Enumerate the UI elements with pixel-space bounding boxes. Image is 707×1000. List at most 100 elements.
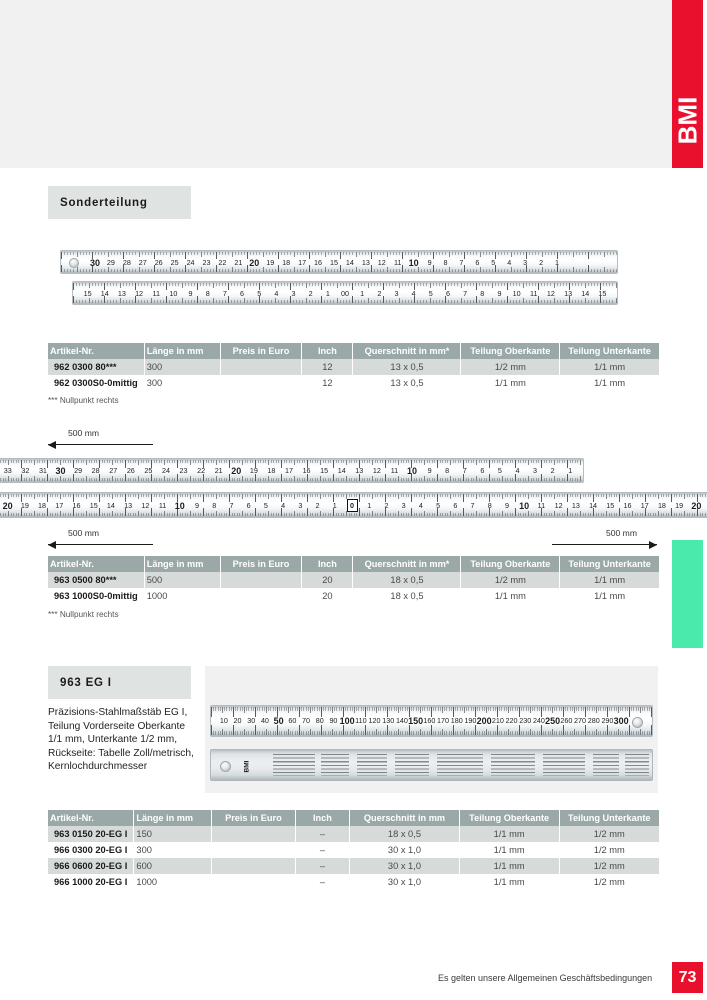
dimension-arrow-left-icon <box>48 440 56 449</box>
conversion-table-block <box>437 754 483 776</box>
dimension-line <box>48 544 153 545</box>
cell-querschnitt: 13 x 0,5 <box>352 375 462 391</box>
cell-teilung-unterkante: 1/2 mm <box>559 874 659 890</box>
col-laenge: Länge in mm <box>133 810 213 826</box>
conversion-table-block <box>395 754 429 776</box>
bmi-brand-bar: BMI <box>672 0 703 168</box>
cell-inch: 12 <box>301 359 354 375</box>
header-image-band <box>0 0 672 168</box>
cell-teilung-oberkante: 1/1 mm <box>459 842 560 858</box>
catalog-page: BMI Sonderteilung 30 29 28 27 26 25 24 23 22 21 20… <box>0 0 707 1000</box>
conversion-table-block <box>593 754 619 776</box>
conversion-table-block <box>321 754 349 776</box>
conversion-table-block <box>273 754 315 776</box>
cell-preis <box>220 359 303 375</box>
cell-laenge: 1000 <box>144 588 221 604</box>
bmi-logo: BMI <box>672 96 703 145</box>
section-description-963-eg-i: Präzisions-Stahlmaßstäb EG I, Teilung Vo… <box>48 707 194 773</box>
cell-teilung-unterkante: 1/2 mm <box>559 858 659 874</box>
table-row: 963 0500 80*** 500 20 18 x 0,5 1/2 mm 1/… <box>48 572 659 588</box>
cell-artikel-nr: 966 0600 20-EG I <box>48 858 135 874</box>
col-teilung-oberkante: Teilung Oberkante <box>459 810 560 826</box>
table-header-row: Artikel-Nr. Länge in mm Preis in Euro In… <box>48 810 659 826</box>
ruler-963-500-top: 33 32 31 30 29 28 27 26 25 24 23 22 21 20 19 18 17 16 15 14… <box>0 458 584 483</box>
col-inch: Inch <box>301 343 354 359</box>
cell-artikel-nr: 962 0300 80*** <box>48 359 145 375</box>
cell-teilung-unterkante: 1/2 mm <box>559 842 659 858</box>
conversion-table-block <box>543 754 585 776</box>
table-body: 962 0300 80*** 300 12 13 x 0,5 1/2 mm 1/… <box>48 359 659 391</box>
table-row: 966 0600 20-EG I 600 – 30 x 1,0 1/1 mm 1… <box>48 858 659 874</box>
cell-laenge: 500 <box>144 572 221 588</box>
cell-preis <box>220 572 303 588</box>
conversion-table-block <box>625 754 649 776</box>
cell-artikel-nr: 962 0300S0-0mittig <box>48 375 145 391</box>
col-teilung-oberkante: Teilung Oberkante <box>460 556 561 572</box>
table-row: 962 0300S0-0mittig 300 12 13 x 0,5 1/1 m… <box>48 375 659 391</box>
ruler-963-300-back: BMI <box>210 749 653 781</box>
cell-artikel-nr: 963 0500 80*** <box>48 572 145 588</box>
col-artikel-nr: Artikel-Nr. <box>48 810 135 826</box>
ruler-scale-numbers: 10 20 30 40 50 60 70 80 90 100 110 120 130 140 150 160 1… <box>211 706 652 736</box>
col-preis: Preis in Euro <box>220 556 303 572</box>
col-querschnitt: Querschnitt in mm* <box>352 343 462 359</box>
cell-teilung-oberkante: 1/1 mm <box>459 858 560 874</box>
col-artikel-nr: Artikel-Nr. <box>48 556 145 572</box>
col-teilung-oberkante: Teilung Oberkante <box>460 343 561 359</box>
cell-inch: 20 <box>301 588 354 604</box>
table-row: 963 1000S0-0mittig 1000 20 18 x 0,5 1/1 … <box>48 588 659 604</box>
cell-preis <box>220 375 303 391</box>
dimension-line <box>48 444 153 445</box>
product-table-963-eg-i: Artikel-Nr. Länge in mm Preis in Euro In… <box>48 810 659 890</box>
ruler-scale-numbers: 15 14 13 12 11 10 9 8 7 6 5 4 3 2 1 00 1 2 3 4 5 6 7 8 9 10 11 12 13… <box>73 282 617 304</box>
cell-inch: – <box>295 842 351 858</box>
ruler-back-bmi-logo: BMI <box>243 760 251 773</box>
footnote-nullpunkt-1: *** Nullpunkt rechts <box>48 396 119 405</box>
cell-inch: – <box>295 858 351 874</box>
cell-artikel-nr: 966 1000 20-EG I <box>48 874 135 890</box>
conversion-table-block <box>491 754 535 776</box>
cell-inch: – <box>295 874 351 890</box>
col-preis: Preis in Euro <box>220 343 303 359</box>
footer-terms: Es gelten unsere Allgemeinen Geschäftsbe… <box>438 973 653 983</box>
cell-teilung-oberkante: 1/2 mm <box>460 359 561 375</box>
table-row: 962 0300 80*** 300 12 13 x 0,5 1/2 mm 1/… <box>48 359 659 375</box>
dimension-arrow-left-icon <box>48 540 56 549</box>
cell-artikel-nr: 963 0150 20-EG I <box>48 826 135 842</box>
ruler-scale-numbers: 33 32 31 30 29 28 27 26 25 24 23 22 21 20 19 18 17 16 15 14… <box>0 459 583 482</box>
table-header-row: Artikel-Nr. Länge in mm Preis in Euro In… <box>48 343 659 359</box>
cell-querschnitt: 30 x 1,0 <box>349 858 460 874</box>
cell-laenge: 300 <box>144 359 221 375</box>
col-laenge: Länge in mm <box>144 556 221 572</box>
cell-querschnitt: 30 x 1,0 <box>349 874 460 890</box>
col-laenge: Länge in mm <box>144 343 221 359</box>
section-index-tab <box>672 540 703 648</box>
dimension-label: 500 mm <box>68 528 100 538</box>
section-title-label: 963 EG I <box>60 676 112 689</box>
dimension-lower-right: 500 mm <box>552 528 657 550</box>
cell-laenge: 1000 <box>133 874 213 890</box>
dimension-label: 500 mm <box>68 428 100 438</box>
col-teilung-unterkante: Teilung Unterkante <box>559 810 659 826</box>
ruler-963-1000-bottom: 20 19 18 17 16 15 14 13 12 11 10 9 8 7 6 5 4 3 2 1 0 1 2 3 4 5 6 7 8… <box>0 492 707 518</box>
table-body: 963 0500 80*** 500 20 18 x 0,5 1/2 mm 1/… <box>48 572 659 604</box>
page-number: 73 <box>678 968 697 986</box>
cell-teilung-unterkante: 1/1 mm <box>559 359 659 375</box>
cell-querschnitt: 13 x 0,5 <box>352 359 462 375</box>
table-body: 963 0150 20-EG I 150 – 18 x 0,5 1/1 mm 1… <box>48 826 659 890</box>
section-title-sonderteilung: Sonderteilung <box>48 186 191 219</box>
cell-laenge: 300 <box>144 375 221 391</box>
footnote-nullpunkt-2: *** Nullpunkt rechts <box>48 610 119 619</box>
cell-inch: 20 <box>301 572 354 588</box>
dimension-arrow-right-icon <box>649 540 657 549</box>
dimension-lower-left: 500 mm <box>48 528 153 550</box>
cell-teilung-unterkante: 1/1 mm <box>559 572 659 588</box>
cell-teilung-unterkante: 1/2 mm <box>559 826 659 842</box>
cell-teilung-oberkante: 1/1 mm <box>460 588 561 604</box>
col-querschnitt: Querschnitt in mm <box>349 810 460 826</box>
cell-querschnitt: 18 x 0,5 <box>349 826 460 842</box>
cell-preis <box>211 858 296 874</box>
cell-teilung-oberkante: 1/2 mm <box>460 572 561 588</box>
product-table-sonderteilung: Artikel-Nr. Länge in mm Preis in Euro In… <box>48 343 659 391</box>
cell-inch: – <box>295 826 351 842</box>
